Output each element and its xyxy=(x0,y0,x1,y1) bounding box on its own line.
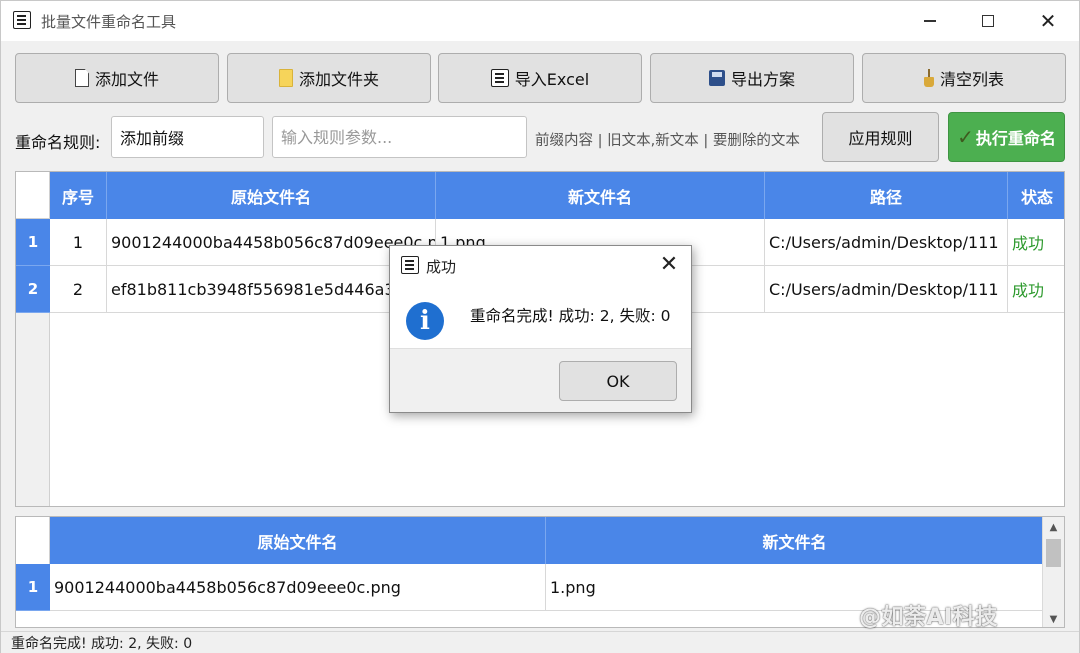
dialog-body: i 重命名完成! 成功: 2, 失败: 0 xyxy=(390,284,691,348)
header-original-name[interactable]: 原始文件名 xyxy=(107,172,436,219)
apply-rule-button[interactable]: 应用规则 xyxy=(822,112,939,162)
ok-label: OK xyxy=(606,371,630,391)
close-button[interactable]: ✕ xyxy=(1019,1,1077,41)
dialog-list-icon xyxy=(401,256,419,274)
window-title: 批量文件重命名工具 xyxy=(41,13,177,31)
close-icon: ✕ xyxy=(1039,9,1057,33)
save-icon xyxy=(708,70,725,86)
title-bar: 批量文件重命名工具 ✕ xyxy=(1,1,1079,41)
scroll-thumb[interactable] xyxy=(1046,539,1061,567)
preview-row-header[interactable]: 1 xyxy=(16,564,50,611)
preview-header-new[interactable]: 新文件名 xyxy=(546,517,1044,564)
table-cell-status[interactable]: 成功 xyxy=(1008,266,1064,313)
execute-rename-label: 执行重命名 xyxy=(975,129,1056,148)
dialog-title-bar: 成功 ✕ xyxy=(390,246,691,284)
table-cell-path[interactable]: C:/Users/admin/Desktop/111 xyxy=(765,266,1008,313)
clear-list-button[interactable]: 清空列表 xyxy=(862,53,1066,103)
add-folder-button[interactable]: 添加文件夹 xyxy=(227,53,431,103)
import-excel-button[interactable]: 导入Excel xyxy=(438,53,642,103)
clear-list-label: 清空列表 xyxy=(939,70,1004,89)
rule-label: 重命名规则: xyxy=(15,133,101,152)
main-window: 批量文件重命名工具 ✕ 添加文件 添加文件夹 导入Excel 导出方案 清空列表… xyxy=(0,0,1080,653)
header-status[interactable]: 状态 xyxy=(1008,172,1064,219)
table-empty-gutter xyxy=(16,313,50,506)
table-corner xyxy=(16,172,50,219)
status-bar: 重命名完成! 成功: 2, 失败: 0 xyxy=(1,631,1079,653)
preview-cell-original[interactable]: 9001244000ba4458b056c87d09eee0c.png xyxy=(50,564,546,611)
header-path[interactable]: 路径 xyxy=(765,172,1008,219)
dialog-title: 成功 xyxy=(426,258,457,276)
rule-param-input[interactable] xyxy=(272,116,527,158)
add-folder-label: 添加文件夹 xyxy=(298,70,379,89)
rule-hint: 前缀内容 | 旧文本,新文本 | 要删除的文本 xyxy=(535,133,800,149)
import-excel-label: 导入Excel xyxy=(514,70,590,89)
add-file-button[interactable]: 添加文件 xyxy=(15,53,219,103)
table-cell-original[interactable]: ef81b811cb3948f556981e5d446a3.png xyxy=(107,266,436,313)
rule-select[interactable] xyxy=(111,116,264,158)
scroll-down-icon[interactable]: ▼ xyxy=(1043,609,1064,627)
list-icon xyxy=(490,69,509,87)
export-scheme-label: 导出方案 xyxy=(730,70,795,89)
export-scheme-button[interactable]: 导出方案 xyxy=(650,53,854,103)
folder-icon xyxy=(278,69,293,87)
document-icon xyxy=(74,69,89,87)
ok-button[interactable]: OK xyxy=(559,361,677,401)
app-list-icon xyxy=(13,11,31,29)
table-cell-status[interactable]: 成功 xyxy=(1008,219,1064,266)
preview-header-original[interactable]: 原始文件名 xyxy=(50,517,546,564)
maximize-button[interactable] xyxy=(959,1,1017,41)
table-cell-index[interactable]: 1 xyxy=(50,219,107,266)
execute-rename-button[interactable]: ✓ 执行重命名 xyxy=(948,112,1065,162)
info-icon: i xyxy=(406,302,444,340)
table-cell-original[interactable]: 9001244000ba4458b056c87d09eee0c.png xyxy=(107,219,436,266)
header-new-name[interactable]: 新文件名 xyxy=(436,172,765,219)
dialog-message: 重命名完成! 成功: 2, 失败: 0 xyxy=(470,307,671,325)
checkmark-icon: ✓ xyxy=(957,125,974,149)
watermark: @如荼AI科技 xyxy=(859,605,998,630)
preview-scrollbar[interactable]: ▲ ▼ xyxy=(1042,517,1064,627)
preview-corner xyxy=(16,517,50,564)
table-cell-index[interactable]: 2 xyxy=(50,266,107,313)
broom-icon xyxy=(923,69,934,87)
dialog-footer: OK xyxy=(390,348,691,412)
dialog-close-icon[interactable]: ✕ xyxy=(657,252,681,277)
minimize-icon xyxy=(924,20,936,22)
scroll-up-icon[interactable]: ▲ xyxy=(1043,517,1064,537)
header-index[interactable]: 序号 xyxy=(50,172,107,219)
row-header[interactable]: 2 xyxy=(16,266,50,313)
row-header[interactable]: 1 xyxy=(16,219,50,266)
add-file-label: 添加文件 xyxy=(94,70,159,89)
success-dialog: 成功 ✕ i 重命名完成! 成功: 2, 失败: 0 OK xyxy=(389,245,692,413)
maximize-icon xyxy=(982,15,994,27)
apply-rule-label: 应用规则 xyxy=(848,129,913,148)
table-cell-path[interactable]: C:/Users/admin/Desktop/111 xyxy=(765,219,1008,266)
minimize-button[interactable] xyxy=(901,1,959,41)
status-text: 重命名完成! 成功: 2, 失败: 0 xyxy=(11,636,193,652)
